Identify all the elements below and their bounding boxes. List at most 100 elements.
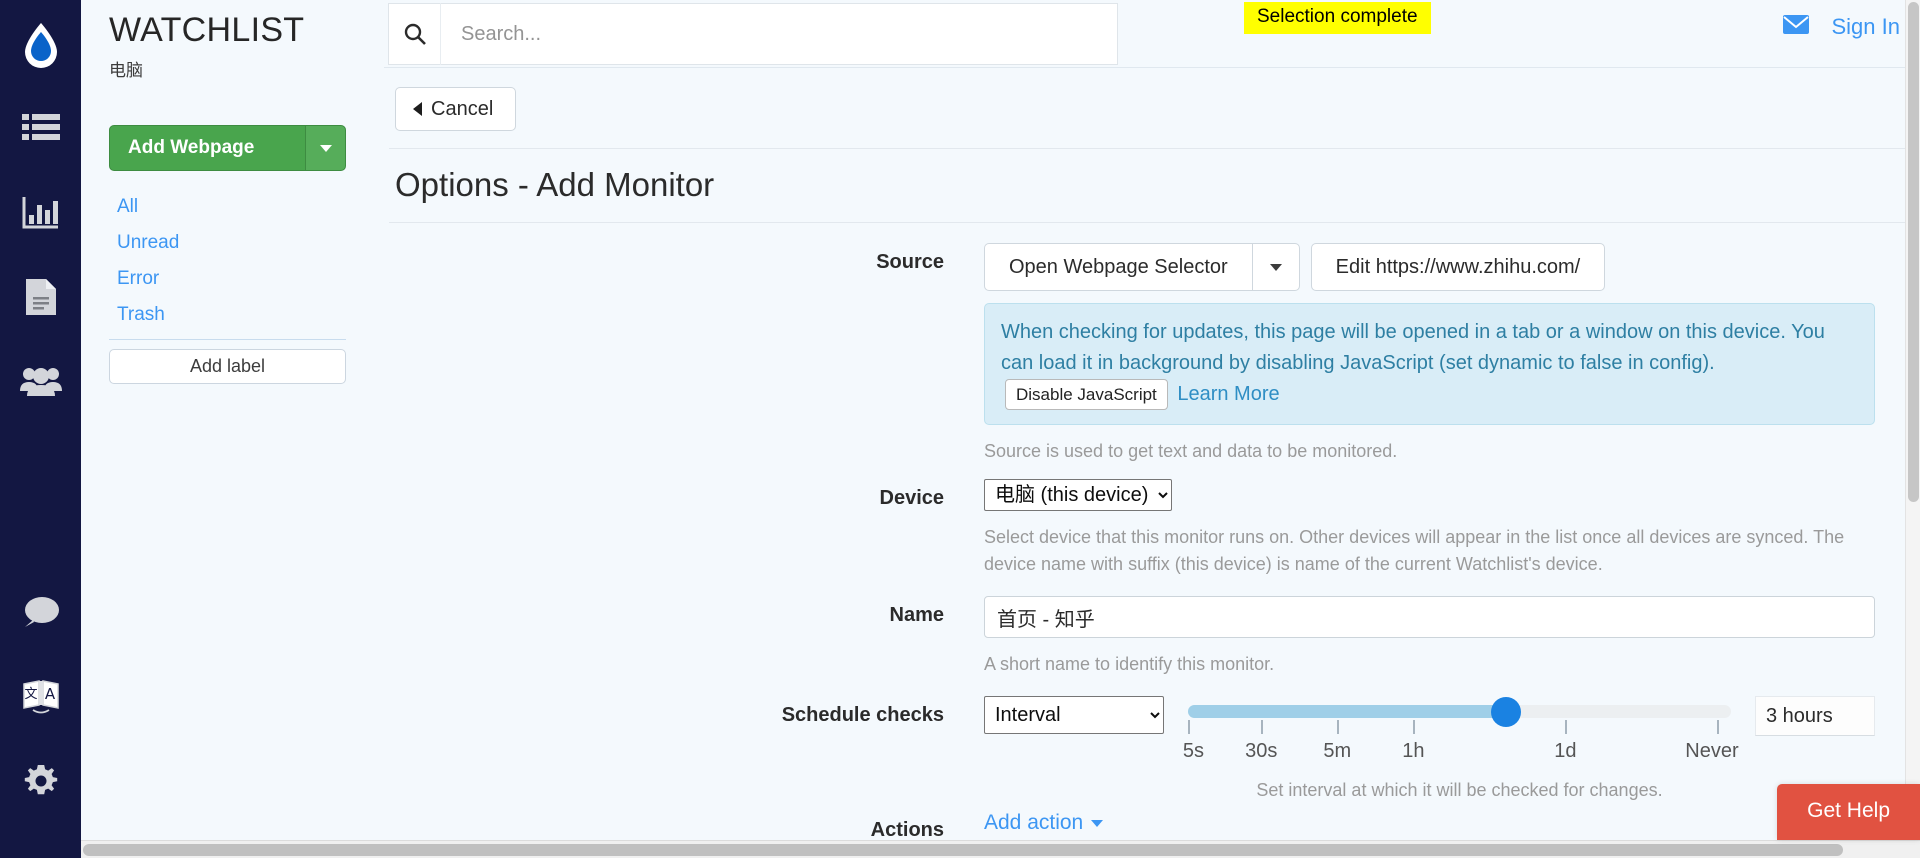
slider-tick-label: 1d [1554,740,1577,763]
source-help-text: Source is used to get text and data to b… [984,441,1398,462]
svg-text:文: 文 [24,687,37,702]
slider-tick [1337,720,1340,735]
schedule-controls: Interval 5s 30s 5m 1h 1d Never Set inter… [984,696,1875,801]
sidebar-item-trash[interactable]: Trash [109,297,346,333]
learn-more-link[interactable]: Learn More [1177,383,1279,405]
open-webpage-selector-button[interactable]: Open Webpage Selector [984,243,1252,291]
add-webpage-button[interactable]: Add Webpage [109,125,305,172]
top-right-group: Sign In [1782,14,1901,40]
add-action-button[interactable]: Add action [984,811,1104,835]
add-webpage-dropdown-button[interactable] [305,125,346,172]
rail-bottom-group: 文 A [14,586,68,858]
top-bar: Selection complete Sign In [384,0,1920,68]
name-field: A short name to identify this monitor. [984,596,1920,678]
form-row-device: Device 电脑 (this device) Select device th… [384,479,1920,578]
name-input[interactable] [984,596,1875,639]
device-field: 电脑 (this device) Select device that this… [984,479,1920,578]
slider-fill [1188,705,1506,719]
device-name-label: 电脑 [109,61,143,81]
main-column: Selection complete Sign In Cancel [384,0,1920,858]
brand-block: WATCHLIST 电脑 [81,0,384,81]
slider-tick [1717,720,1720,735]
chat-bubble-icon[interactable] [14,586,68,640]
get-help-button[interactable]: Get Help [1777,784,1920,840]
monitor-options-form: Source Open Webpage Selector Edit https:… [384,223,1920,842]
form-row-name: Name A short name to identify this monit… [384,596,1920,678]
cancel-row: Cancel [384,68,1920,131]
slider-tick [1413,720,1416,735]
add-webpage-group: Add Webpage [109,125,346,172]
people-icon[interactable] [14,354,68,408]
interval-value-display[interactable]: 3 hours [1755,696,1875,737]
cancel-button[interactable]: Cancel [395,87,517,131]
add-action-label: Add action [984,811,1084,835]
list-icon[interactable] [14,102,68,156]
search-input[interactable] [441,4,1117,64]
slider-tick-label: 5m [1323,740,1352,763]
chevron-down-icon [319,144,332,152]
schedule-mode-select[interactable]: Interval [984,696,1164,735]
icon-rail: 文 A [0,0,81,858]
sidebar-item-error[interactable]: Error [109,261,346,297]
app-root: 文 A WATCHLIST 电脑 Add Webpage All Unread … [0,0,1920,858]
page-title: WATCHLIST [109,11,305,49]
source-buttons: Open Webpage Selector Edit https://www.z… [984,243,1875,291]
form-row-source: Source Open Webpage Selector Edit https:… [384,243,1920,465]
sign-in-link[interactable]: Sign In [1832,14,1901,40]
slider-tick [1188,720,1190,735]
search-icon[interactable] [389,3,441,65]
source-field: Open Webpage Selector Edit https://www.z… [984,243,1920,465]
vertical-scrollbar-thumb[interactable] [1908,2,1919,502]
slider-tick [1261,720,1264,735]
slider-tick [1565,720,1568,735]
chevron-down-icon [1269,263,1282,271]
slider-tick-label: 30s [1245,740,1278,763]
status-badge: Selection complete [1244,2,1431,34]
envelope-icon[interactable] [1782,14,1810,40]
slider-tick-label: Never [1685,740,1739,763]
actions-label: Actions [870,819,944,842]
slider-tick-label: 5s [1182,740,1204,763]
bar-chart-icon[interactable] [14,186,68,240]
nav-divider [109,339,346,341]
name-label: Name [889,604,944,627]
document-icon[interactable] [14,270,68,324]
cancel-button-label: Cancel [431,97,494,120]
search-box[interactable] [388,3,1118,65]
slider-tick-label: 1h [1402,740,1425,763]
droplet-logo-icon[interactable] [14,18,68,72]
schedule-help-text: Set interval at which it will be checked… [1256,780,1663,801]
add-label-button[interactable]: Add label [109,349,346,385]
vertical-scrollbar[interactable] [1905,0,1920,840]
schedule-label: Schedule checks [781,704,944,727]
label-nav-list: All Unread Error Trash [109,189,346,333]
name-help-text: A short name to identify this monitor. [984,654,1275,675]
source-label: Source [876,251,944,273]
source-info-alert: When checking for updates, this page wil… [984,303,1875,426]
svg-text:A: A [44,685,55,703]
source-alert-text: When checking for updates, this page wil… [1001,321,1825,374]
chevron-left-icon [413,102,422,116]
device-label: Device [879,487,945,510]
interval-slider[interactable]: 5s 30s 5m 1h 1d Never Set interval at wh… [1183,696,1739,801]
chevron-down-icon [1091,820,1104,828]
slider-track[interactable] [1188,697,1731,728]
content-body: Cancel Options - Add Monitor Source Open… [384,68,1920,858]
gear-icon[interactable] [14,754,68,808]
slider-tick-labels: 5s 30s 5m 1h 1d Never [1183,740,1739,770]
form-row-actions: Actions Add action [384,811,1920,842]
sidebar-item-unread[interactable]: Unread [109,225,346,261]
source-dropdown-button[interactable] [1251,243,1300,291]
device-help-text: Select device that this monitor runs on.… [984,527,1845,575]
device-select[interactable]: 电脑 (this device) [984,479,1172,512]
edit-url-button[interactable]: Edit https://www.zhihu.com/ [1310,243,1606,291]
options-page-title: Options - Add Monitor [395,166,715,203]
disable-javascript-button[interactable]: Disable JavaScript [1005,379,1168,411]
slider-ticks [1188,720,1731,736]
form-row-schedule: Schedule checks Interval 5s 30s 5m 1h 1d… [384,696,1920,801]
horizontal-scrollbar[interactable] [81,840,1920,858]
sidebar-item-all[interactable]: All [109,189,346,225]
horizontal-scrollbar-thumb[interactable] [83,844,1843,856]
left-panel: WATCHLIST 电脑 Add Webpage All Unread Erro… [81,0,384,858]
translate-icon[interactable]: 文 A [14,670,68,724]
